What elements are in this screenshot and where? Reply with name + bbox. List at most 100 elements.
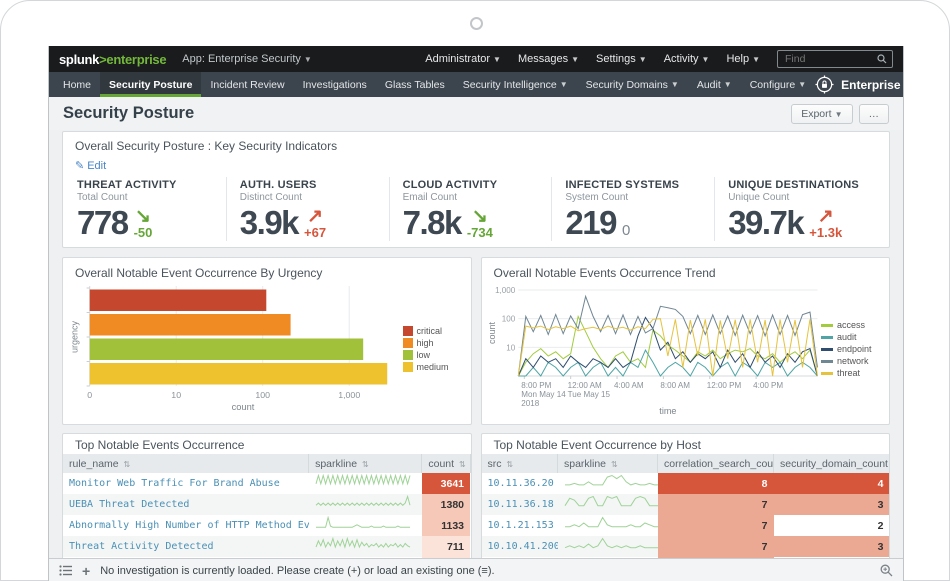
edit-link[interactable]: ✎Edit <box>75 159 106 172</box>
menu-administrator[interactable]: Administrator▼ <box>425 53 501 65</box>
dashboard-content: Overall Security Posture : Key Security … <box>49 130 903 581</box>
col-header-rule-name[interactable]: rule_name ⇅ <box>63 454 309 473</box>
legend-item[interactable]: endpoint <box>821 344 885 354</box>
src-link[interactable]: 10.10.41.200 <box>482 536 558 557</box>
menu-settings[interactable]: Settings▼ <box>596 53 647 65</box>
table-row: Threat Activity Detected 711 <box>63 536 470 557</box>
kpi-auth-users[interactable]: AUTH. USERS Distinct Count 3.9k ↗+67 <box>226 177 389 241</box>
legend-item[interactable]: critical <box>403 326 467 336</box>
investigation-list-icon[interactable] <box>59 565 72 576</box>
kpi-cloud-activity[interactable]: CLOUD ACTIVITY Email Count 7.8k ↘-734 <box>389 177 552 241</box>
trend-down-icon: ↘ <box>472 207 488 226</box>
line-chart-title: Overall Notable Events Occurrence Trend <box>482 258 890 280</box>
kpi-infected-systems[interactable]: INFECTED SYSTEMS System Count 219 0 <box>551 177 714 241</box>
chevron-down-icon: ▼ <box>752 55 760 64</box>
legend-item[interactable]: high <box>403 338 467 348</box>
legend-item[interactable]: low <box>403 350 467 360</box>
legend-item[interactable]: audit <box>821 332 885 342</box>
legend-item[interactable]: network <box>821 356 885 366</box>
svg-text:1,000: 1,000 <box>338 390 360 400</box>
svg-text:count: count <box>488 322 497 344</box>
zoom-search-icon[interactable] <box>880 564 893 577</box>
legend-item[interactable]: threat <box>821 368 885 378</box>
col-header-sparkline[interactable]: sparkline ⇅ <box>558 454 658 473</box>
col-header-src[interactable]: src ⇅ <box>482 454 558 473</box>
src-link[interactable]: 10.11.36.18 <box>482 494 558 515</box>
nav-investigations[interactable]: Investigations <box>294 72 376 97</box>
export-button[interactable]: Export▼ <box>791 104 852 124</box>
sort-icon: ⇅ <box>611 460 618 469</box>
top-notable-by-host-panel: Top Notable Event Occurrence by Host src… <box>481 433 891 567</box>
trend-line-chart-panel: Overall Notable Events Occurrence Trend … <box>481 257 891 425</box>
rule-name-link[interactable]: Monitor Web Traffic For Brand Abuse <box>63 473 309 494</box>
nav-home[interactable]: Home <box>54 72 100 97</box>
kpi-value: 7.8k <box>403 207 461 238</box>
trend-line-chart[interactable]: 101001,0008:00 PMMon May 14201812:00 AMT… <box>488 282 822 416</box>
col-header-sparkline[interactable]: sparkline ⇅ <box>309 454 422 473</box>
count-cell[interactable]: 3641 <box>422 473 470 494</box>
legend-swatch <box>403 326 413 336</box>
legend-swatch <box>403 362 413 372</box>
create-investigation-icon[interactable]: + <box>82 563 90 579</box>
legend-swatch <box>821 348 833 351</box>
nav-glass-tables[interactable]: Glass Tables <box>376 72 454 97</box>
legend-swatch <box>821 336 833 339</box>
menu-activity[interactable]: Activity▼ <box>664 53 710 65</box>
find-input[interactable] <box>783 52 877 66</box>
svg-text:4:00 PM: 4:00 PM <box>753 381 783 390</box>
security-domain-count-cell[interactable]: 2 <box>774 515 890 536</box>
rule-name-link[interactable]: UEBA Threat Detected <box>63 494 309 515</box>
count-cell[interactable]: 711 <box>422 536 470 557</box>
legend-item[interactable]: access <box>821 320 885 330</box>
menu-messages[interactable]: Messages▼ <box>518 53 579 65</box>
find-search-box[interactable] <box>777 50 893 68</box>
sparkline-cell <box>558 473 658 494</box>
more-button[interactable]: … <box>859 104 890 124</box>
app-menu[interactable]: App: Enterprise Security▼ <box>182 53 312 65</box>
correlation-count-cell[interactable]: 7 <box>658 515 774 536</box>
kpi-unique-destinations[interactable]: UNIQUE DESTINATIONS Unique Count 39.7k ↗… <box>714 177 877 241</box>
count-cell[interactable]: 1380 <box>422 494 470 515</box>
col-header-security-domain-count[interactable]: security_domain_count ⇅ <box>774 454 890 473</box>
col-header-count[interactable]: count ⇅ <box>890 454 891 473</box>
count-cell[interactable]: 1133 <box>422 515 470 536</box>
top-bar: splunk>enterprise App: Enterprise Securi… <box>49 46 903 72</box>
count-cell[interactable] <box>890 494 891 515</box>
svg-text:100: 100 <box>501 315 515 324</box>
correlation-count-cell[interactable]: 8 <box>658 473 774 494</box>
kpi-threat-activity[interactable]: THREAT ACTIVITY Total Count 778 ↘-50 <box>75 177 226 241</box>
legend-item[interactable]: medium <box>403 362 467 372</box>
bar-chart-legend: critical high low medium <box>403 282 467 416</box>
count-cell[interactable] <box>890 473 891 494</box>
nav-security-domains[interactable]: Security Domains▼ <box>577 72 688 97</box>
rule-name-link[interactable]: Threat Activity Detected <box>63 536 309 557</box>
nav-security-intelligence[interactable]: Security Intelligence▼ <box>454 72 577 97</box>
table-row: 10.11.36.18 7 3 <box>482 494 891 515</box>
count-cell[interactable] <box>890 536 891 557</box>
menu-help[interactable]: Help▼ <box>726 53 760 65</box>
splunk-logo[interactable]: splunk>enterprise <box>59 52 166 67</box>
svg-text:12:00 AM: 12:00 AM <box>567 381 601 390</box>
security-domain-count-cell[interactable]: 3 <box>774 494 890 515</box>
sort-icon: ⇅ <box>506 460 513 469</box>
svg-text:2018: 2018 <box>521 399 539 408</box>
src-link[interactable]: 10.1.21.153 <box>482 515 558 536</box>
security-domain-count-cell[interactable]: 3 <box>774 536 890 557</box>
col-header-count[interactable]: count ⇅ <box>422 454 470 473</box>
status-message: No investigation is currently loaded. Pl… <box>100 565 494 577</box>
urgency-bar-chart[interactable]: 0101001,000counturgency <box>69 282 403 416</box>
nav-incident-review[interactable]: Incident Review <box>201 72 293 97</box>
nav-configure[interactable]: Configure▼ <box>741 72 815 97</box>
src-link[interactable]: 10.11.36.20 <box>482 473 558 494</box>
kpi-delta: +1.3k <box>809 226 842 239</box>
correlation-count-cell[interactable]: 7 <box>658 536 774 557</box>
nav-audit[interactable]: Audit▼ <box>688 72 741 97</box>
chevron-down-icon: ▼ <box>798 80 806 89</box>
correlation-count-cell[interactable]: 7 <box>658 494 774 515</box>
rule-name-link[interactable]: Abnormally High Number of HTTP Method Ev… <box>63 515 309 536</box>
count-cell[interactable] <box>890 515 891 536</box>
kpi-value: 219 <box>565 207 616 238</box>
security-domain-count-cell[interactable]: 4 <box>774 473 890 494</box>
nav-security-posture[interactable]: Security Posture <box>100 72 201 97</box>
col-header-correlation-search-count[interactable]: correlation_search_count ⇅ <box>658 454 774 473</box>
